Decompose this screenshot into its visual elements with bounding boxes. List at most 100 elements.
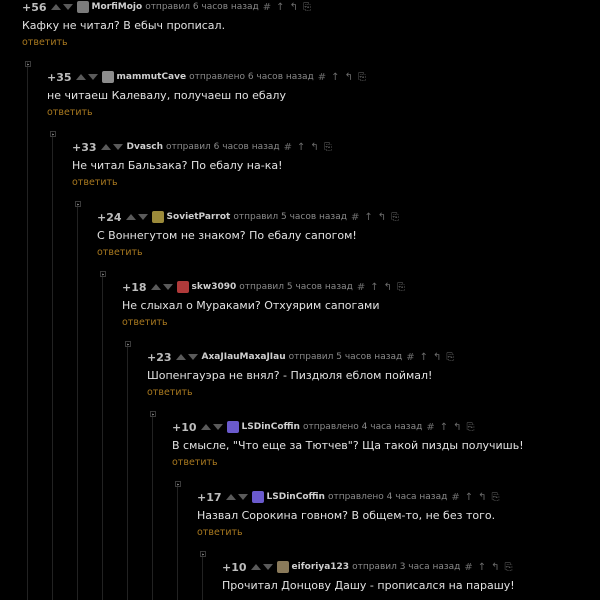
save-icon[interactable]: ⎘	[467, 422, 477, 433]
comment-tools: # ↑ ↰ ⎘	[451, 492, 504, 503]
comment-tools: # ↑ ↰ ⎘	[426, 422, 479, 433]
comment: +35 mammutCave отправлено 6 часов назад …	[47, 70, 371, 119]
save-icon[interactable]: ⎘	[446, 352, 456, 363]
save-icon[interactable]: ⎘	[358, 72, 368, 83]
parent-icon[interactable]: ↑	[465, 492, 475, 503]
downvote-icon[interactable]	[262, 564, 273, 570]
reply-link[interactable]: ответить	[72, 177, 337, 188]
comment-author[interactable]: eiforiya123	[292, 562, 350, 572]
comment-author[interactable]: LSDinCoffin	[267, 492, 325, 502]
permalink-icon[interactable]: #	[464, 562, 474, 573]
parent-icon[interactable]: ↑	[420, 352, 430, 363]
upvote-icon[interactable]	[50, 4, 61, 10]
comment-header: +10 LSDinCoffin отправлено 4 часа назад …	[172, 420, 524, 434]
avatar[interactable]	[276, 561, 289, 573]
comment-text: Не слыхал о Мураками? Отхуярим сапогами	[122, 299, 380, 312]
comment-tools: # ↑ ↰ ⎘	[284, 142, 337, 153]
thread-icon[interactable]: ↰	[433, 352, 443, 363]
save-icon[interactable]: ⎘	[492, 492, 502, 503]
downvote-icon[interactable]	[187, 354, 198, 360]
upvote-icon[interactable]	[200, 424, 211, 430]
thread-icon[interactable]: ↰	[345, 72, 355, 83]
comment-author[interactable]: mammutCave	[117, 72, 187, 82]
upvote-icon[interactable]	[100, 144, 111, 150]
upvote-icon[interactable]	[225, 494, 236, 500]
comment-author[interactable]: LSDinCoffin	[242, 422, 300, 432]
permalink-icon[interactable]: #	[426, 422, 436, 433]
upvote-icon[interactable]	[125, 214, 136, 220]
permalink-icon[interactable]: #	[451, 492, 461, 503]
upvote-icon[interactable]	[150, 284, 161, 290]
downvote-icon[interactable]	[237, 494, 248, 500]
comment-author[interactable]: MorfiMojo	[92, 2, 143, 12]
comment-timestamp: отправил 6 часов назад	[166, 142, 280, 152]
parent-icon[interactable]: ↑	[276, 2, 286, 13]
parent-icon[interactable]: ↑	[440, 422, 450, 433]
avatar[interactable]	[226, 421, 239, 433]
parent-icon[interactable]: ↑	[364, 212, 374, 223]
collapse-thread-toggle[interactable]	[175, 481, 181, 487]
permalink-icon[interactable]: #	[351, 212, 361, 223]
downvote-icon[interactable]	[87, 74, 98, 80]
comment-header: +24 SovietParrot отправил 5 часов назад …	[97, 210, 404, 224]
reply-link[interactable]: ответить	[147, 387, 459, 398]
comment-author[interactable]: Dvasch	[127, 142, 164, 152]
thread-icon[interactable]: ↰	[378, 212, 388, 223]
comment-score: +35	[47, 70, 72, 84]
permalink-icon[interactable]: #	[406, 352, 416, 363]
avatar[interactable]	[101, 71, 114, 83]
thread-icon[interactable]: ↰	[384, 282, 394, 293]
permalink-icon[interactable]: #	[263, 2, 273, 13]
upvote-icon[interactable]	[250, 564, 261, 570]
reply-link[interactable]: ответить	[197, 527, 505, 538]
avatar[interactable]	[176, 281, 189, 293]
parent-icon[interactable]: ↑	[478, 562, 488, 573]
thread-icon[interactable]: ↰	[491, 562, 501, 573]
reply-link[interactable]: ответить	[172, 457, 524, 468]
downvote-icon[interactable]	[137, 214, 148, 220]
collapse-thread-toggle[interactable]	[150, 411, 156, 417]
comment-header: +17 LSDinCoffin отправлено 4 часа назад …	[197, 490, 505, 504]
comment-score: +24	[97, 210, 122, 224]
avatar[interactable]	[251, 491, 264, 503]
collapse-thread-toggle[interactable]	[75, 201, 81, 207]
reply-link[interactable]: ответить	[22, 37, 316, 48]
collapse-thread-toggle[interactable]	[125, 341, 131, 347]
save-icon[interactable]: ⎘	[397, 282, 407, 293]
avatar[interactable]	[76, 1, 89, 13]
upvote-icon[interactable]	[75, 74, 86, 80]
collapse-thread-toggle[interactable]	[100, 271, 106, 277]
permalink-icon[interactable]: #	[318, 72, 328, 83]
downvote-icon[interactable]	[62, 4, 73, 10]
comment-author[interactable]: SovietParrot	[167, 212, 231, 222]
parent-icon[interactable]: ↑	[297, 142, 307, 153]
save-icon[interactable]: ⎘	[505, 562, 515, 573]
comment-header: +33 Dvasch отправил 6 часов назад # ↑ ↰ ⎘	[72, 140, 337, 154]
thread-icon[interactable]: ↰	[453, 422, 463, 433]
permalink-icon[interactable]: #	[284, 142, 294, 153]
downvote-icon[interactable]	[162, 284, 173, 290]
comment: +56 MorfiMojo отправил 6 часов назад # ↑ ↰…	[22, 0, 316, 49]
collapse-thread-toggle[interactable]	[25, 61, 31, 67]
downvote-icon[interactable]	[212, 424, 223, 430]
save-icon[interactable]: ⎘	[303, 2, 313, 13]
save-icon[interactable]: ⎘	[324, 142, 334, 153]
comment-author[interactable]: АхаJIauMaxaJIau	[202, 352, 286, 362]
thread-icon[interactable]: ↰	[290, 2, 300, 13]
collapse-thread-toggle[interactable]	[200, 551, 206, 557]
downvote-icon[interactable]	[112, 144, 123, 150]
upvote-icon[interactable]	[175, 354, 186, 360]
reply-link[interactable]: ответить	[47, 107, 371, 118]
reply-link[interactable]: ответить	[97, 247, 404, 258]
parent-icon[interactable]: ↑	[370, 282, 380, 293]
parent-icon[interactable]: ↑	[331, 72, 341, 83]
save-icon[interactable]: ⎘	[391, 212, 401, 223]
thread-icon[interactable]: ↰	[310, 142, 320, 153]
thread-icon[interactable]: ↰	[478, 492, 488, 503]
comment-score: +17	[197, 490, 222, 504]
collapse-thread-toggle[interactable]	[50, 131, 56, 137]
permalink-icon[interactable]: #	[357, 282, 367, 293]
reply-link[interactable]: ответить	[122, 317, 410, 328]
comment-author[interactable]: skw3090	[192, 282, 237, 292]
avatar[interactable]	[151, 211, 164, 223]
